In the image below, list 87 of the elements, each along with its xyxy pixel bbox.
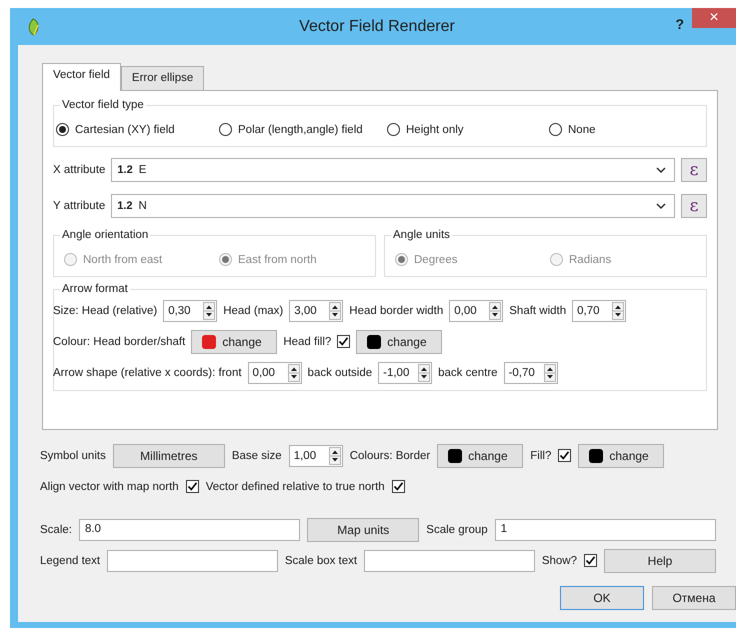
field-label: Size: Head (relative): [53, 304, 158, 316]
push-button[interactable]: Help: [604, 548, 716, 572]
dropdown-value: E: [138, 164, 148, 176]
radio-label: None: [568, 124, 596, 136]
field-label: Colour: Head border/shaft: [53, 336, 186, 348]
radio-button[interactable]: [549, 123, 562, 136]
field-label: Scale box text: [284, 554, 358, 566]
spin-arrows-icon[interactable]: [489, 302, 502, 320]
expression-button[interactable]: ε: [681, 194, 707, 218]
type-label: 1.2: [117, 200, 133, 212]
spin-arrows-icon[interactable]: [418, 364, 430, 382]
spin-arrows-icon[interactable]: [612, 302, 624, 320]
field-label: Legend text: [40, 554, 100, 566]
field-label: back outside: [308, 366, 372, 378]
radio-label: Polar (length,angle) field: [238, 124, 363, 136]
push-button[interactable]: Millimetres: [112, 444, 225, 468]
group-title: Angle units: [392, 229, 451, 241]
caret-icon: [656, 202, 666, 210]
tab[interactable]: Vector field: [42, 63, 121, 91]
push-button[interactable]: Map units: [307, 518, 420, 542]
spin-arrows-icon[interactable]: [329, 302, 342, 320]
checkbox[interactable]: [186, 480, 199, 493]
expression-button[interactable]: ε: [681, 158, 707, 182]
field-label: Vector defined relative to true north: [206, 480, 385, 492]
input-field[interactable]: [364, 550, 535, 572]
spin-box[interactable]: 1,00: [288, 444, 343, 466]
spin-arrows-icon[interactable]: [544, 364, 556, 382]
radio-label: Cartesian (XY) field: [75, 124, 175, 136]
spin-arrows-icon[interactable]: [203, 302, 216, 320]
radio-label: Degrees: [414, 254, 458, 266]
spin-box[interactable]: 0,70: [572, 300, 626, 322]
input-field[interactable]: 1: [494, 518, 716, 540]
field-label: Head border width: [349, 304, 444, 316]
spin-arrows-icon[interactable]: [328, 446, 341, 464]
help-button[interactable]: ?: [675, 16, 684, 32]
field-label: Shaft width: [509, 304, 566, 316]
field-label: Arrow shape (relative x coords): front: [53, 366, 242, 378]
group-title: Arrow format: [61, 283, 129, 295]
spin-arrows-icon[interactable]: [288, 364, 300, 382]
field-label: Align vector with map north: [40, 480, 179, 492]
field-label: Scale group: [426, 524, 488, 536]
field-label: Head fill?: [283, 336, 332, 348]
checkbox[interactable]: [392, 480, 405, 493]
spin-box[interactable]: -0,70: [504, 362, 558, 384]
color-button[interactable]: change: [356, 330, 442, 354]
attribute-dropdown[interactable]: 1.2 E: [111, 158, 675, 182]
field-label: Colours: Border: [350, 450, 430, 462]
spin-box[interactable]: 0,00: [248, 362, 302, 384]
group-title: Vector field type: [61, 99, 145, 111]
spin-box[interactable]: 0,30: [163, 300, 218, 322]
field-label: Scale:: [40, 524, 72, 536]
field-label: X attribute: [53, 164, 106, 176]
color-button[interactable]: change: [437, 444, 524, 468]
radio-label: North from east: [83, 254, 162, 266]
caret-icon: [656, 166, 666, 174]
field-label: Show?: [542, 554, 578, 566]
field-label: Head (max): [223, 304, 284, 316]
radio-button[interactable]: [387, 123, 400, 136]
close-button[interactable]: ×: [692, 8, 736, 28]
field-label: Y attribute: [53, 200, 106, 212]
radio-label: East from north: [238, 254, 317, 266]
input-field[interactable]: 8.0: [78, 518, 300, 540]
color-button[interactable]: change: [578, 444, 664, 468]
dialog-button[interactable]: Отмена: [652, 586, 736, 610]
radio-label: Height only: [406, 124, 464, 136]
field-label: Symbol units: [40, 450, 106, 462]
input-field[interactable]: [107, 550, 278, 572]
radio-button[interactable]: [219, 123, 232, 136]
checkbox[interactable]: [558, 449, 572, 462]
tab[interactable]: Error ellipse: [120, 66, 204, 90]
checkbox[interactable]: [584, 554, 598, 567]
checkbox[interactable]: [337, 335, 350, 348]
attribute-dropdown[interactable]: 1.2 N: [111, 194, 675, 218]
dialog-button[interactable]: OK: [560, 586, 644, 610]
dropdown-value: N: [138, 200, 148, 212]
field-label: Fill?: [530, 450, 552, 462]
radio-button[interactable]: [56, 123, 69, 136]
radio-label: Radians: [569, 254, 612, 266]
spin-box[interactable]: -1,00: [378, 362, 432, 384]
window-title: Vector Field Renderer: [299, 18, 455, 36]
field-label: back centre: [438, 366, 498, 378]
field-label: Base size: [232, 450, 282, 462]
color-button[interactable]: change: [191, 330, 278, 354]
spin-box[interactable]: 0,00: [449, 300, 504, 322]
type-label: 1.2: [117, 164, 133, 176]
group-title: Angle orientation: [61, 229, 150, 241]
spin-box[interactable]: 3,00: [289, 300, 344, 322]
